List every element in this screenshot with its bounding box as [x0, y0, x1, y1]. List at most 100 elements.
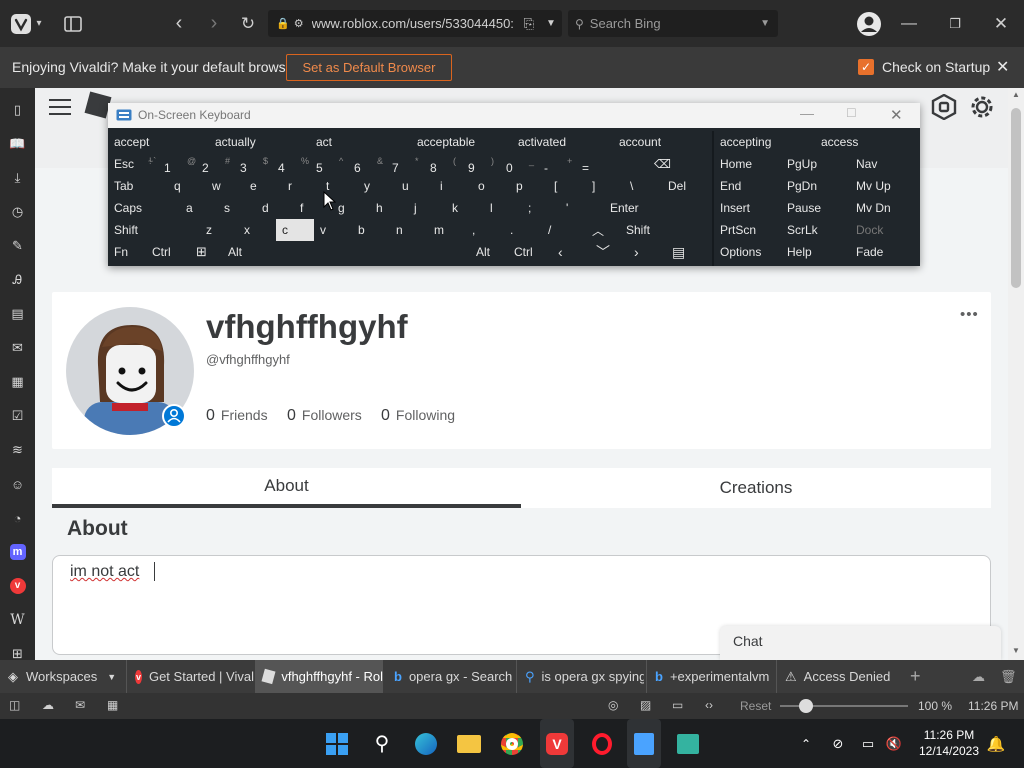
key-b[interactable]: b: [352, 219, 390, 241]
key-l[interactable]: l: [484, 197, 522, 219]
key-tab[interactable]: Tab: [108, 175, 168, 197]
mastodon-icon[interactable]: m: [0, 537, 35, 567]
battery-icon[interactable]: ▭: [858, 719, 878, 768]
minimize-button[interactable]: —: [898, 0, 920, 47]
search-field[interactable]: ⚲ Search Bing ▼: [568, 10, 778, 37]
network-off-icon[interactable]: ⊘: [828, 719, 848, 768]
reading-list-icon[interactable]: 📖: [0, 129, 35, 159]
prediction-2[interactable]: actually: [209, 131, 309, 153]
camera-icon[interactable]: ◎: [608, 698, 618, 712]
app-icon[interactable]: [673, 719, 703, 768]
startup-checkbox[interactable]: ✓: [858, 59, 874, 75]
prediction-3[interactable]: act: [310, 131, 410, 153]
prediction-5[interactable]: activated: [512, 131, 612, 153]
settings-gear-icon[interactable]: [969, 94, 995, 120]
tab-about[interactable]: About: [52, 468, 521, 508]
key-pause[interactable]: Pause: [781, 197, 847, 219]
key-end[interactable]: End: [714, 175, 780, 197]
key-[[interactable]: [: [548, 175, 586, 197]
osk-titlebar[interactable]: On-Screen Keyboard — ☐ ✕: [108, 103, 920, 128]
key-enter[interactable]: Enter: [604, 197, 712, 219]
minimize-icon[interactable]: —: [800, 105, 814, 121]
key-alt-right[interactable]: Alt: [470, 241, 508, 263]
chat-widget[interactable]: Chat: [720, 626, 1001, 660]
history-icon[interactable]: ◷: [0, 197, 35, 227]
key-pgdn[interactable]: PgDn: [781, 175, 847, 197]
key-dock[interactable]: Dock: [850, 219, 916, 241]
key-a[interactable]: a: [180, 197, 218, 219]
opera-icon[interactable]: [587, 719, 617, 768]
maximize-button[interactable]: ❐: [944, 0, 966, 47]
key-scrlk[interactable]: ScrLk: [781, 219, 847, 241]
key-fade[interactable]: Fade: [850, 241, 916, 263]
back-button[interactable]: ‹: [168, 0, 190, 47]
start-button[interactable]: [322, 719, 352, 768]
chevron-down-icon[interactable]: ▼: [760, 18, 770, 29]
mail-icon[interactable]: ✉: [0, 333, 35, 363]
prediction-8[interactable]: access: [815, 131, 915, 153]
tab-experimental[interactable]: b +experimentalvm: [646, 660, 774, 693]
tab-roblox-profile[interactable]: vfhghffhgyhf - Rol: [255, 660, 383, 693]
prediction-4[interactable]: acceptable: [411, 131, 511, 153]
key-shift-right[interactable]: Shift: [620, 219, 712, 241]
tasks-icon[interactable]: ☑: [0, 401, 35, 431]
chevron-down-icon[interactable]: ▼: [546, 18, 556, 29]
new-tab-button[interactable]: +: [910, 660, 930, 693]
calendar-icon[interactable]: ▦: [0, 367, 35, 397]
wikipedia-icon[interactable]: W: [0, 605, 35, 635]
maximize-icon[interactable]: ☐: [846, 106, 857, 120]
vivaldi-menu-button[interactable]: ▾: [6, 0, 46, 47]
friends-link[interactable]: 0 Friends: [206, 407, 268, 425]
feeds-icon[interactable]: ≋: [0, 435, 35, 465]
vivaldi-taskbar-icon[interactable]: V: [540, 719, 574, 768]
key-esc[interactable]: Esc: [108, 153, 146, 175]
hamburger-menu-icon[interactable]: [49, 99, 71, 115]
key-.[interactable]: .: [504, 219, 542, 241]
robux-icon[interactable]: [931, 94, 957, 120]
close-icon[interactable]: ✕: [996, 57, 1009, 77]
key-x[interactable]: x: [238, 219, 276, 241]
prediction-7[interactable]: accepting: [714, 131, 814, 153]
window-panel-icon[interactable]: ▤: [0, 299, 35, 329]
volume-muted-icon[interactable]: 🔇: [884, 719, 904, 768]
key-caps[interactable]: Caps: [108, 197, 180, 219]
key-j[interactable]: j: [408, 197, 446, 219]
key-z[interactable]: z: [200, 219, 238, 241]
key-m[interactable]: m: [428, 219, 466, 241]
contacts-icon[interactable]: ☺: [0, 469, 35, 499]
key-mv-dn[interactable]: Mv Dn: [850, 197, 916, 219]
page-scrollbar[interactable]: ▲ ▼: [1008, 88, 1024, 660]
key-alt-left[interactable]: Alt: [222, 241, 260, 263]
key-nav[interactable]: Nav: [850, 153, 916, 175]
code-icon[interactable]: ‹›: [705, 698, 713, 712]
key-mv-up[interactable]: Mv Up: [850, 175, 916, 197]
edge-pre-icon[interactable]: [411, 719, 441, 768]
search-icon[interactable]: ⚲: [367, 719, 397, 768]
translate-icon[interactable]: Ꭿ: [0, 265, 35, 295]
zoom-slider-thumb[interactable]: [799, 699, 813, 713]
prediction-1[interactable]: accept: [108, 131, 208, 153]
key-ctrl-right[interactable]: Ctrl: [508, 241, 546, 263]
key-;[interactable]: ;: [522, 197, 560, 219]
on-screen-keyboard-taskbar-icon[interactable]: [627, 719, 661, 768]
key-h[interactable]: h: [370, 197, 408, 219]
cloud-icon[interactable]: ☁: [42, 698, 54, 712]
key-pgup[interactable]: PgUp: [781, 153, 847, 175]
key-w[interactable]: w: [206, 175, 244, 197]
key-d[interactable]: d: [256, 197, 294, 219]
key-p[interactable]: p: [510, 175, 548, 197]
key-\[interactable]: \: [624, 175, 662, 197]
key-/[interactable]: /: [542, 219, 580, 241]
key-space[interactable]: [260, 241, 470, 263]
downloads-icon[interactable]: ⤓: [0, 163, 35, 193]
key-home[interactable]: Home: [714, 153, 780, 175]
reset-zoom-button[interactable]: Reset: [740, 699, 771, 713]
key-'[interactable]: ': [560, 197, 598, 219]
key-,[interactable]: ,: [466, 219, 504, 241]
key-n[interactable]: n: [390, 219, 428, 241]
close-window-button[interactable]: ✕: [990, 0, 1012, 47]
close-icon[interactable]: ✕: [890, 106, 903, 124]
scroll-up-icon[interactable]: ▲: [1012, 90, 1020, 99]
bookmark-icon[interactable]: ⎘: [524, 16, 534, 32]
key-q[interactable]: q: [168, 175, 206, 197]
